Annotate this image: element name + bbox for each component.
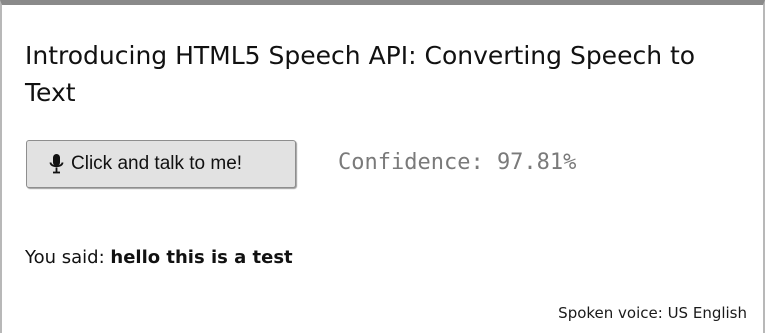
- transcript-text: hello this is a test: [110, 247, 293, 268]
- page-title: Introducing HTML5 Speech API: Converting…: [25, 41, 696, 107]
- transcript-line: You said: hello this is a test: [25, 247, 293, 268]
- spoken-voice-label: Spoken voice: US English: [558, 304, 747, 322]
- confidence-readout: Confidence: 97.81%: [338, 150, 577, 175]
- talk-button[interactable]: Click and talk to me!: [26, 140, 296, 188]
- app-frame: Introducing HTML5 Speech API: Converting…: [0, 0, 765, 333]
- transcript-prefix: You said:: [25, 247, 105, 268]
- talk-button-label: Click and talk to me!: [71, 153, 243, 174]
- microphone-icon: [48, 153, 65, 175]
